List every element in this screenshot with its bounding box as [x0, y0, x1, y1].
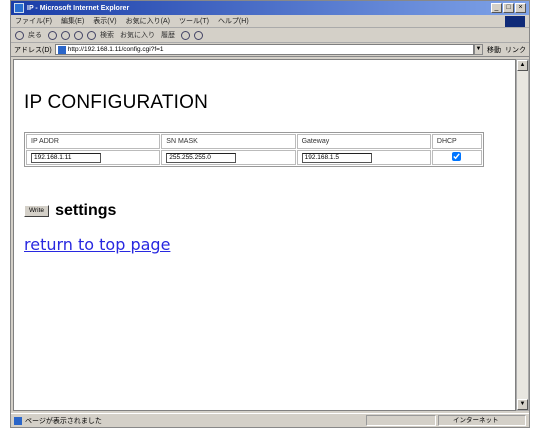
maximize-button[interactable]: □ [503, 3, 514, 13]
links-button[interactable]: リンク [505, 45, 526, 55]
return-to-top-link[interactable]: return to top page [24, 235, 170, 254]
search-button[interactable]: 検索 [100, 30, 114, 40]
back-arrow-icon[interactable] [15, 30, 24, 40]
table-header-row: IP ADDR SN MASK Gateway DHCP [26, 134, 482, 149]
windows-logo-icon [505, 15, 525, 27]
menu-file[interactable]: ファイル(F) [15, 16, 52, 26]
done-icon [14, 416, 22, 425]
ip-config-table: IP ADDR SN MASK Gateway DHCP [24, 132, 484, 167]
close-button[interactable]: × [515, 3, 526, 13]
menu-favorites[interactable]: お気に入り(A) [126, 16, 170, 26]
address-url: http://192.168.1.11/config.cgi?f=1 [67, 46, 164, 53]
address-bar: アドレス(D) http://192.168.1.11/config.cgi?f… [11, 43, 529, 57]
home-icon[interactable] [87, 30, 96, 40]
address-input[interactable]: http://192.168.1.11/config.cgi?f=1 [54, 44, 474, 55]
scroll-down-icon[interactable]: ▼ [517, 399, 528, 410]
dhcp-checkbox[interactable] [452, 152, 462, 161]
page-content: IP CONFIGURATION IP ADDR SN MASK Gateway… [13, 59, 516, 411]
status-panel [366, 415, 436, 426]
vertical-scrollbar[interactable]: ▲ ▼ [516, 59, 529, 411]
menu-edit[interactable]: 編集(E) [61, 16, 84, 26]
ie-icon [14, 3, 24, 13]
table-row [26, 150, 482, 165]
tool-bar: 戻る 検索 お気に入り 履歴 [11, 28, 529, 43]
status-text: ページが表示されました [25, 417, 102, 425]
minimize-button[interactable]: _ [491, 3, 502, 13]
address-dropdown-icon[interactable]: ▼ [474, 44, 483, 55]
gateway-input[interactable] [301, 152, 372, 163]
page-title: IP CONFIGURATION [24, 92, 209, 113]
status-bar: ページが表示されました インターネット [11, 413, 529, 427]
forward-arrow-icon[interactable] [48, 30, 57, 40]
window-title: IP - Microsoft Internet Explorer [27, 4, 130, 12]
menu-help[interactable]: ヘルプ(H) [218, 16, 249, 26]
sn-mask-input[interactable] [166, 152, 237, 163]
favorites-button[interactable]: お気に入り [120, 30, 155, 40]
header-ip-addr: IP ADDR [26, 134, 161, 149]
header-gateway: Gateway [296, 134, 431, 149]
write-button[interactable]: Write [24, 205, 50, 217]
go-button[interactable]: 移動 [487, 45, 501, 55]
refresh-icon[interactable] [74, 30, 83, 40]
write-settings-row: Write settings [24, 202, 116, 220]
mail-icon[interactable] [181, 30, 190, 40]
address-label: アドレス(D) [14, 46, 52, 54]
header-dhcp: DHCP [431, 134, 482, 149]
print-icon[interactable] [194, 30, 203, 40]
security-zone: インターネット [438, 415, 526, 426]
page-icon [57, 45, 66, 54]
menu-tools[interactable]: ツール(T) [179, 16, 209, 26]
menu-bar: ファイル(F) 編集(E) 表示(V) お気に入り(A) ツール(T) ヘルプ(… [11, 15, 529, 28]
browser-window: IP - Microsoft Internet Explorer _ □ × フ… [10, 0, 530, 428]
ip-addr-input[interactable] [31, 152, 101, 163]
settings-label: settings [55, 202, 117, 219]
history-button[interactable]: 履歴 [161, 30, 175, 40]
header-sn-mask: SN MASK [161, 134, 296, 149]
menu-view[interactable]: 表示(V) [93, 16, 116, 26]
back-button[interactable]: 戻る [28, 30, 42, 40]
stop-icon[interactable] [61, 30, 70, 40]
scroll-up-icon[interactable]: ▲ [517, 60, 528, 71]
title-bar: IP - Microsoft Internet Explorer _ □ × [11, 1, 529, 15]
